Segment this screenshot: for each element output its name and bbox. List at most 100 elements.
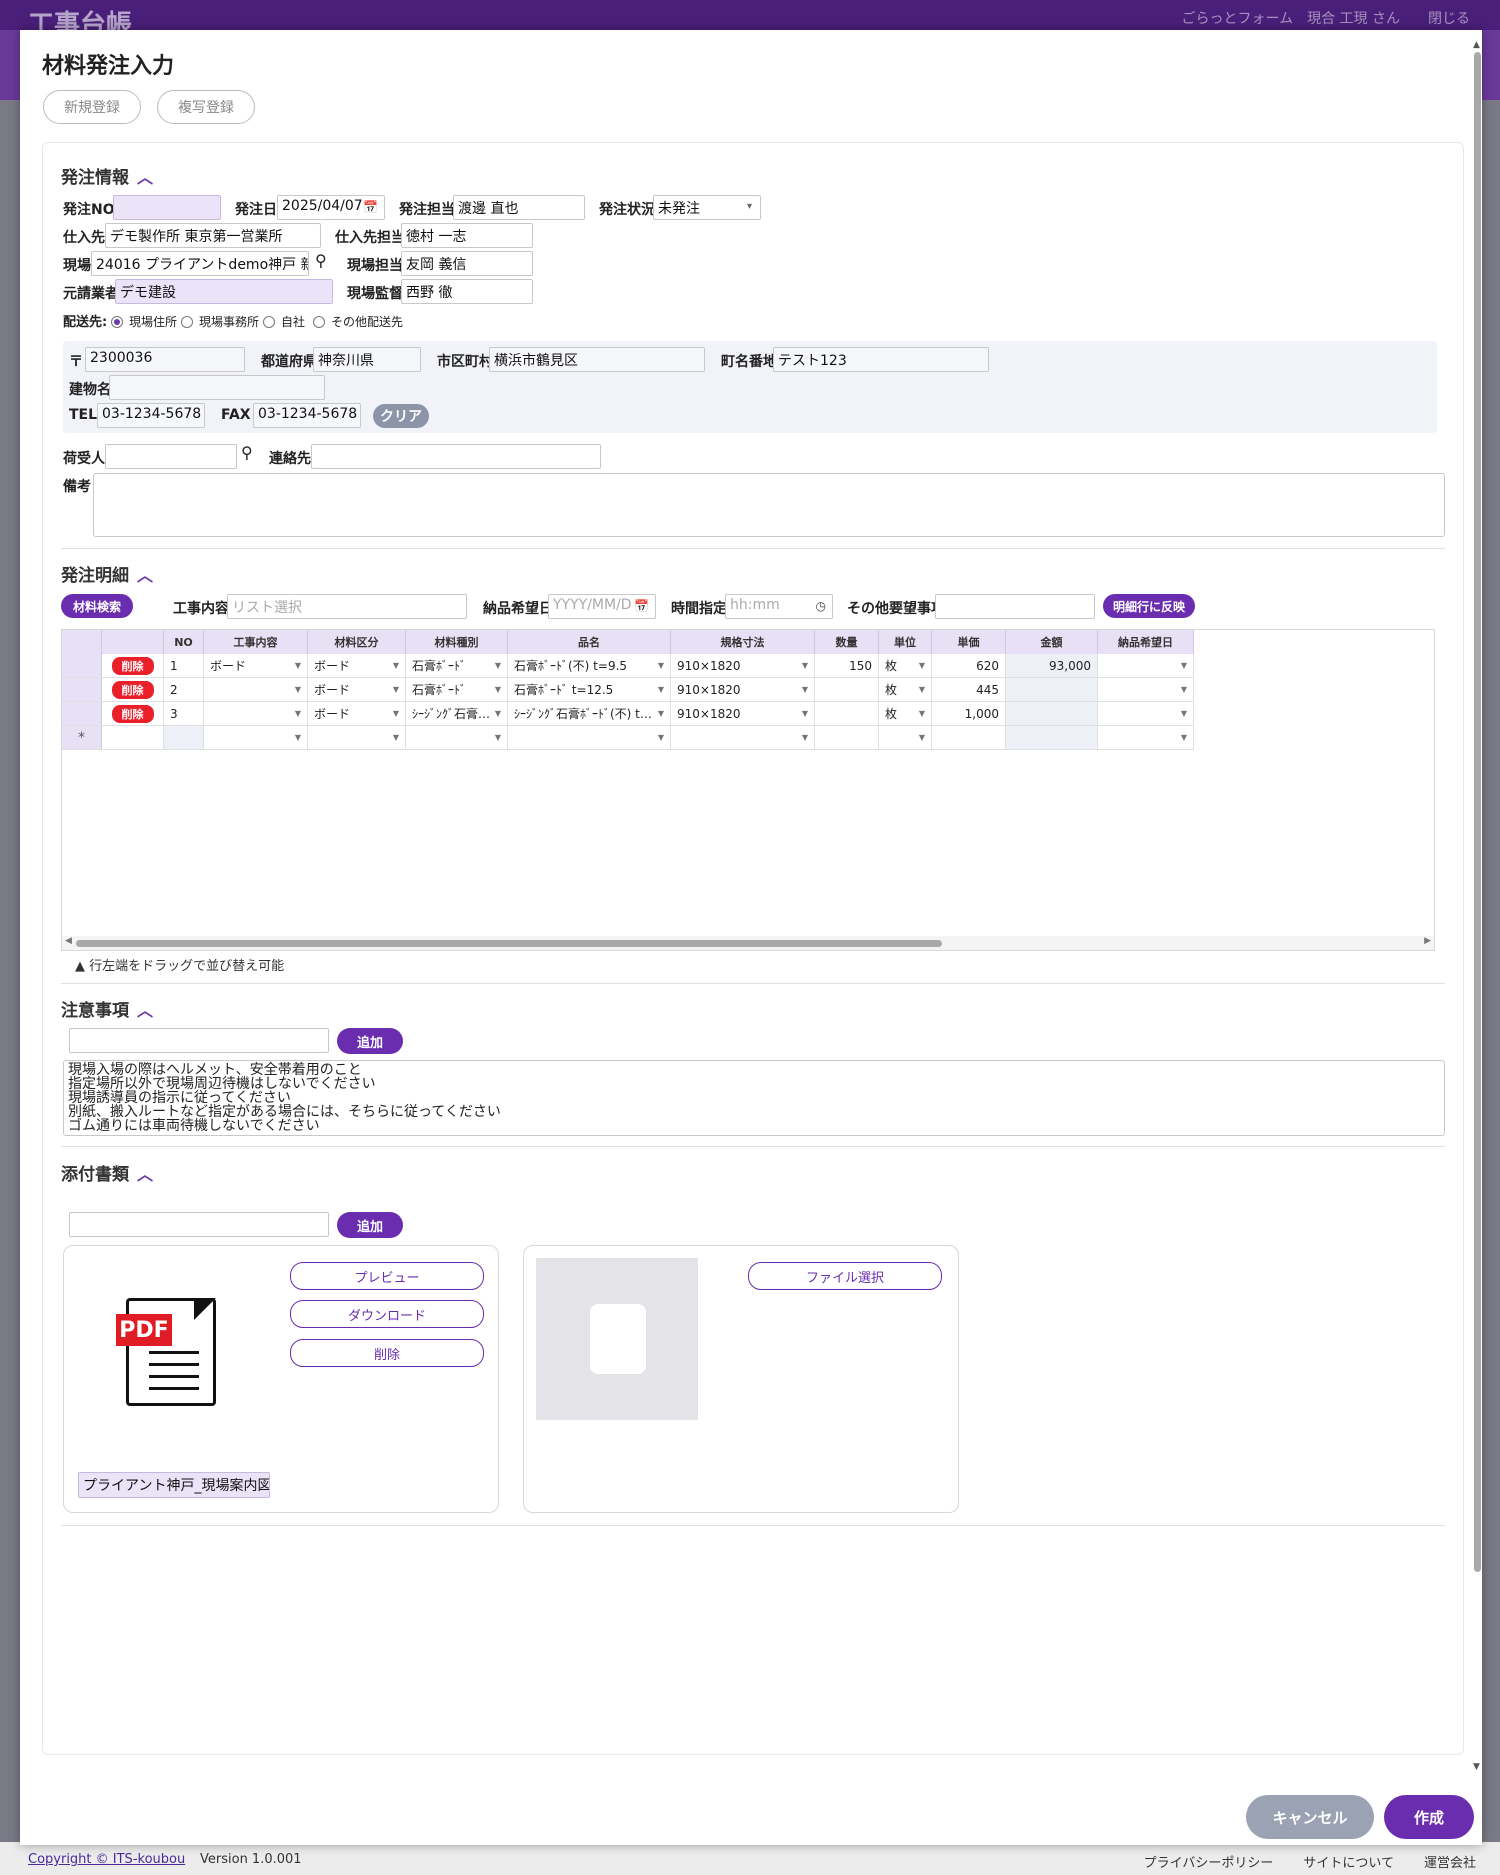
cell-type[interactable]: ｼｰｼﾞﾝｸﾞ石膏… ▼	[406, 702, 508, 726]
prefecture-input[interactable]: 神奈川県	[313, 347, 421, 372]
cell-qty[interactable]	[815, 678, 879, 702]
material-search-button[interactable]: 材料検索	[61, 594, 133, 618]
order-no-input[interactable]	[113, 195, 221, 220]
delete-attachment-button[interactable]: 削除	[290, 1339, 484, 1367]
notes-add-button[interactable]: 追加	[337, 1028, 403, 1054]
contact-input[interactable]	[311, 444, 601, 469]
order-status-select[interactable]: 未発注 ▾	[653, 195, 761, 220]
cell-size[interactable]: 910×1820 ▼	[671, 702, 815, 726]
preview-button[interactable]: プレビュー	[290, 1262, 484, 1290]
cell-work[interactable]: ボード ▼	[204, 654, 308, 678]
order-date-input[interactable]: 2025/04/07 📅	[277, 195, 385, 220]
delete-row-button[interactable]: 削除	[111, 680, 154, 699]
cell-price[interactable]: 1,000	[932, 702, 1006, 726]
cell-unit[interactable]: 枚 ▼	[879, 702, 932, 726]
cell-size[interactable]: 910×1820 ▼	[671, 678, 815, 702]
cell-type[interactable]: 石膏ﾎﾞｰﾄﾞ ▼	[406, 678, 508, 702]
notes-textarea[interactable]: 現場入場の際はヘルメット、安全帯着用のこと 指定場所以外で現場周辺待機はしないで…	[63, 1060, 1445, 1136]
copy-register-button[interactable]: 複写登録	[157, 90, 255, 124]
attachment-name-input[interactable]	[69, 1212, 329, 1237]
cell-work[interactable]: ▼	[204, 726, 308, 750]
scroll-down-icon[interactable]: ▼	[1473, 1762, 1480, 1772]
attachment-add-button[interactable]: 追加	[337, 1212, 403, 1238]
cell-price[interactable]: 620	[932, 654, 1006, 678]
scroll-right-icon[interactable]: ▶	[1424, 936, 1431, 946]
zip-input[interactable]: 2300036	[85, 347, 245, 372]
cell-name[interactable]: 石膏ﾎﾞｰﾄﾞ t=12.5 ▼	[508, 678, 671, 702]
scrollbar-thumb[interactable]	[1474, 52, 1481, 1572]
cell-price[interactable]	[932, 726, 1006, 750]
contractor-input[interactable]: デモ建設	[115, 279, 333, 304]
building-input[interactable]	[109, 375, 325, 400]
receiver-input[interactable]	[105, 444, 237, 469]
delivery-radio-site-address[interactable]: 現場住所	[111, 313, 177, 330]
copyright-link[interactable]: Copyright © ITS-koubou	[28, 1852, 185, 1867]
cell-category[interactable]: ▼	[308, 726, 406, 750]
cell-size[interactable]: ▼	[671, 726, 815, 750]
new-register-button[interactable]: 新規登録	[43, 90, 141, 124]
delete-row-button[interactable]: 削除	[111, 704, 154, 723]
time-input[interactable]: hh:mm ◷	[725, 594, 833, 619]
attachment-filename[interactable]: プライアント神戸_現場案内図	[78, 1472, 270, 1498]
cell-qty[interactable]	[815, 702, 879, 726]
order-info-header[interactable]: 発注情報 ︿	[61, 163, 153, 189]
collapse-icon[interactable]: ︿	[137, 164, 153, 188]
apply-to-rows-button[interactable]: 明細行に反映	[1103, 594, 1195, 618]
remarks-textarea[interactable]	[93, 473, 1445, 537]
select-file-button[interactable]: ファイル選択	[748, 1262, 942, 1290]
attachments-header[interactable]: 添付書類 ︿	[61, 1160, 153, 1186]
collapse-icon[interactable]: ︿	[137, 997, 153, 1021]
modal-scrollbar[interactable]: ▲ ▼	[1472, 40, 1482, 1775]
tel-input[interactable]: 03-1234-5678	[97, 403, 205, 428]
order-person-input[interactable]: 渡邊 直也	[453, 195, 585, 220]
street-input[interactable]: テスト123	[773, 347, 989, 372]
about-link[interactable]: サイトについて	[1303, 1852, 1394, 1871]
grid-horizontal-scrollbar[interactable]: ◀ ▶	[62, 936, 1434, 950]
cell-name[interactable]: ▼	[508, 726, 671, 750]
cell-name[interactable]: ｼｰｼﾞﾝｸﾞ石膏ﾎﾞｰﾄﾞ(不) t… ▼	[508, 702, 671, 726]
clear-button[interactable]: クリア	[373, 404, 429, 428]
cell-category[interactable]: ボード ▼	[308, 702, 406, 726]
cell-type[interactable]: 石膏ﾎﾞｰﾄﾞ ▼	[406, 654, 508, 678]
supervisor-input[interactable]: 西野 徹	[401, 279, 533, 304]
cell-qty[interactable]: 150	[815, 654, 879, 678]
pdf-thumbnail[interactable]: PDF	[76, 1258, 246, 1438]
notes-header[interactable]: 注意事項 ︿	[61, 996, 153, 1022]
order-details-header[interactable]: 発注明細 ︿	[61, 561, 153, 587]
download-button[interactable]: ダウンロード	[290, 1300, 484, 1328]
company-link[interactable]: 運営会社	[1424, 1852, 1476, 1871]
other-requests-input[interactable]	[935, 594, 1095, 619]
cell-qty[interactable]	[815, 726, 879, 750]
cell-type[interactable]: ▼	[406, 726, 508, 750]
delivery-date-input[interactable]: YYYY/MM/D 📅	[548, 594, 656, 619]
cell-date[interactable]: ▼	[1098, 654, 1194, 678]
row-drag-handle[interactable]	[62, 654, 102, 678]
city-input[interactable]: 横浜市鶴見区	[489, 347, 705, 372]
calendar-icon[interactable]: 📅	[363, 200, 378, 214]
delivery-radio-other[interactable]: その他配送先	[313, 313, 403, 330]
cell-work[interactable]: ▼	[204, 678, 308, 702]
file-placeholder[interactable]	[536, 1258, 698, 1420]
privacy-link[interactable]: プライバシーポリシー	[1144, 1852, 1274, 1871]
notes-input[interactable]	[69, 1028, 329, 1053]
scroll-left-icon[interactable]: ◀	[65, 936, 72, 946]
row-drag-handle[interactable]	[62, 702, 102, 726]
user-menu[interactable]: ごらっとフォーム 現合 工現 さん 閉じる	[1182, 8, 1470, 28]
delivery-radio-site-office[interactable]: 現場事務所	[181, 313, 259, 330]
scrollbar-thumb[interactable]	[76, 940, 942, 947]
cell-price[interactable]: 445	[932, 678, 1006, 702]
cell-size[interactable]: 910×1820 ▼	[671, 654, 815, 678]
calendar-icon[interactable]: 📅	[634, 599, 649, 613]
cancel-button[interactable]: キャンセル	[1246, 1795, 1374, 1839]
cell-unit[interactable]: ▼	[879, 726, 932, 750]
delete-row-button[interactable]: 削除	[111, 656, 154, 675]
collapse-icon[interactable]: ︿	[137, 1161, 153, 1185]
cell-name[interactable]: 石膏ﾎﾞｰﾄﾞ(不) t=9.5 ▼	[508, 654, 671, 678]
site-person-input[interactable]: 友岡 義信	[401, 251, 533, 276]
cell-date[interactable]: ▼	[1098, 678, 1194, 702]
cell-date[interactable]: ▼	[1098, 726, 1194, 750]
receiver-search-icon[interactable]: ⚲	[241, 443, 253, 462]
cell-unit[interactable]: 枚 ▼	[879, 654, 932, 678]
work-select[interactable]: リスト選択	[227, 594, 467, 619]
site-input[interactable]: 24016 プライアントdemo神戸 新築工事	[91, 251, 309, 276]
